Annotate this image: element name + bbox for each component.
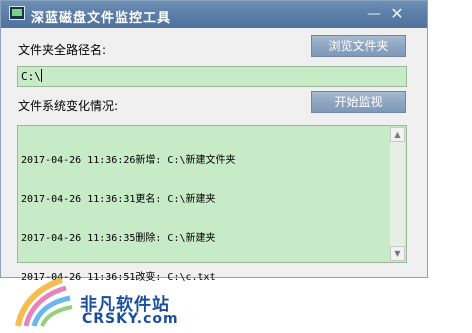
change-log-textarea[interactable]: 2017-04-26 11:36:26新增: C:\新建文件夹 2017-04-…	[17, 125, 407, 283]
text-caret	[40, 69, 42, 82]
folder-path-input[interactable]: C:\	[17, 66, 407, 87]
scroll-up-icon[interactable]: ▲	[390, 127, 405, 142]
folder-path-value: C:\	[21, 70, 41, 83]
window-title: 深蓝磁盘文件监控工具	[31, 11, 172, 26]
folder-path-label: 文件夹全路径名:	[18, 43, 107, 57]
log-line: 2017-04-26 11:36:31更名: C:\新建夹	[21, 194, 216, 205]
watermark	[0, 270, 472, 329]
title-bar[interactable]: 深蓝磁盘文件监控工具 — ✕	[1, 1, 427, 28]
log-line: 2017-04-26 11:36:26新增: C:\新建文件夹	[21, 155, 236, 166]
changes-label: 文件系统变化情况:	[18, 99, 119, 113]
watermark-logo	[15, 277, 73, 327]
scroll-down-icon[interactable]: ▼	[390, 246, 405, 261]
log-line: 2017-04-26 11:36:35删除: C:\新建夹	[21, 233, 216, 244]
vertical-scrollbar[interactable]: ▲ ▼	[390, 127, 405, 261]
watermark-brand-en: CRSKY.com	[82, 311, 179, 327]
close-icon[interactable]: ✕	[388, 6, 406, 22]
browse-folder-button[interactable]: 浏览文件夹	[311, 35, 406, 57]
start-monitor-button[interactable]: 开始监视	[311, 91, 406, 113]
app-monitor-icon	[9, 6, 25, 20]
minimize-icon[interactable]: —	[365, 6, 383, 22]
app-window: 深蓝磁盘文件监控工具 — ✕ 文件夹全路径名: 浏览文件夹 C:\ 文件系统变化…	[0, 0, 428, 283]
